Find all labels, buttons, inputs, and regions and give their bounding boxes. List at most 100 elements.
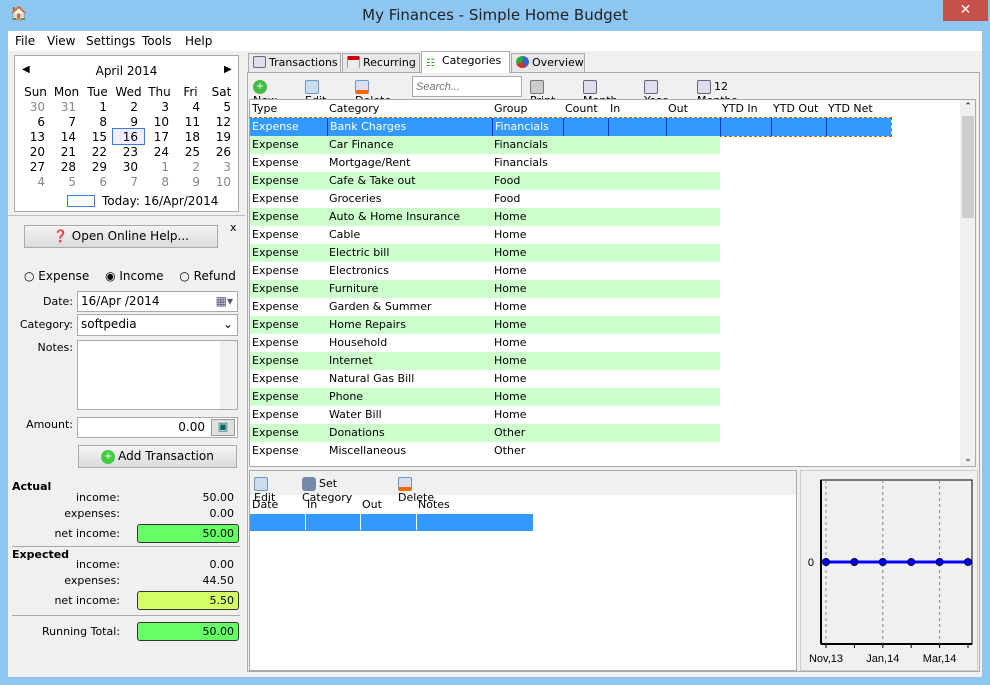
table-row[interactable]: Expense Internet Home [250,352,891,370]
search-input[interactable] [412,76,522,97]
calendar-day[interactable]: 8 [82,114,113,129]
calendar-day[interactable]: 4 [20,174,51,189]
table-row[interactable]: Expense Cafe & Take out Food [250,172,891,190]
calendar-day[interactable]: 11 [175,114,206,129]
calendar-day[interactable]: 18 [175,129,206,144]
table-row[interactable]: Expense Water Bill Home [250,406,891,424]
column-header[interactable]: YTD Net [826,100,873,118]
notes-textarea[interactable] [77,340,238,410]
tab-transactions[interactable]: Transactions [248,53,341,72]
calendar-day[interactable]: 1 [82,99,113,114]
table-row[interactable]: Expense Donations Other [250,424,891,442]
add-transaction-button[interactable]: + Add Transaction [78,445,237,468]
column-header[interactable]: Count [563,100,598,118]
calendar-day[interactable]: 3 [144,99,175,114]
calendar-day[interactable]: 19 [206,129,237,144]
calendar-day[interactable]: 31 [51,99,82,114]
table-row[interactable]: Expense Home Repairs Home [250,316,891,334]
scroll-up-icon[interactable]: ⌃ [960,102,975,112]
calendar-day[interactable]: 20 [20,144,51,159]
calendar-dropdown-icon[interactable]: ▦▾ [216,294,233,308]
menu-tools[interactable]: Tools [142,34,172,48]
menu-view[interactable]: View [47,34,75,48]
radio-income[interactable]: ◉ Income [105,269,163,283]
column-header[interactable]: Out [666,100,688,118]
menu-help[interactable]: Help [185,34,212,48]
table-row[interactable]: Expense Miscellaneous Other [250,442,891,460]
calendar-day[interactable]: 10 [206,174,237,189]
column-header[interactable]: YTD In [720,100,758,118]
calendar-day[interactable]: 16 [112,128,145,145]
table-row[interactable]: Expense Groceries Food [250,190,891,208]
close-window-button[interactable]: ✕ [943,0,988,21]
menu-settings[interactable]: Settings [86,34,135,48]
calendar-day[interactable]: 7 [113,174,144,189]
calendar-day[interactable]: 4 [175,99,206,114]
calendar-day[interactable]: 10 [144,114,175,129]
tab-recurring[interactable]: Recurring [342,53,420,72]
calendar-day[interactable]: 25 [175,144,206,159]
date-picker[interactable]: 16/Apr /2014 ▦▾ [77,291,238,312]
calendar-day[interactable]: 28 [51,159,82,174]
vertical-scrollbar[interactable]: ⌃ ⌄ [960,100,975,466]
table-row[interactable]: Expense Mortgage/Rent Financials [250,154,891,172]
calendar-day[interactable]: 8 [144,174,175,189]
column-header[interactable]: YTD Out [771,100,818,118]
category-select[interactable]: softpedia ⌄ [77,314,238,336]
column-header[interactable]: Category [327,100,379,118]
notes-scrollbar[interactable] [220,341,237,409]
table-row[interactable]: Expense Furniture Home [250,280,891,298]
calendar-day[interactable]: 1 [144,159,175,174]
calendar-day[interactable]: 24 [144,144,175,159]
calendar-day[interactable]: 2 [113,99,144,114]
calendar-day[interactable]: 12 [206,114,237,129]
calendar-day[interactable]: 23 [113,144,144,159]
table-row[interactable]: Expense Natural Gas Bill Home [250,370,891,388]
column-header[interactable]: Type [250,100,277,118]
scroll-thumb[interactable] [962,116,974,218]
calendar-day[interactable]: 22 [82,144,113,159]
calendar-day[interactable]: 9 [113,114,144,129]
calendar-day[interactable]: 9 [175,174,206,189]
scroll-down-icon[interactable]: ⌄ [960,454,975,464]
tab-overview[interactable]: Overview [511,53,585,72]
detail-table-row[interactable] [250,514,533,531]
today-link[interactable]: Today: 16/Apr/2014 [102,194,218,208]
calendar-day[interactable]: 30 [113,159,144,174]
calendar-day[interactable]: 30 [20,99,51,114]
table-row[interactable]: Expense Garden & Summer Home [250,298,891,316]
next-month-arrow-icon[interactable]: ▶ [224,64,232,75]
radio-refund[interactable]: ○ Refund [179,269,236,283]
table-row[interactable]: Expense Electric bill Home [250,244,891,262]
open-online-help-button[interactable]: ❓ Open Online Help... [24,225,218,248]
table-row[interactable]: Expense Household Home [250,334,891,352]
calendar-day[interactable]: 6 [82,174,113,189]
calendar-day[interactable]: 26 [206,144,237,159]
tab-categories[interactable]: ☷ Categories [421,51,510,73]
calendar-day[interactable]: 7 [51,114,82,129]
calendar-day[interactable]: 5 [51,174,82,189]
calendar-day[interactable]: 5 [206,99,237,114]
table-row[interactable]: Expense Auto & Home Insurance Home [250,208,891,226]
table-row[interactable]: Expense Bank Charges Financials [250,117,892,137]
calendar-day[interactable]: 27 [20,159,51,174]
calendar-day[interactable]: 2 [175,159,206,174]
calendar-day[interactable]: 17 [144,129,175,144]
table-row[interactable]: Expense Phone Home [250,388,891,406]
calendar-day[interactable]: 21 [51,144,82,159]
calendar-day[interactable]: 15 [82,129,113,144]
calendar-day[interactable]: 14 [51,129,82,144]
calendar-day[interactable]: 13 [20,129,51,144]
menu-file[interactable]: File [15,34,35,48]
calendar-day[interactable]: 29 [82,159,113,174]
calendar-day[interactable]: 6 [20,114,51,129]
table-row[interactable]: Expense Cable Home [250,226,891,244]
close-help-button[interactable]: x [230,221,237,234]
calendar-day[interactable]: 3 [206,159,237,174]
calculator-icon[interactable]: ▣ [211,419,235,436]
table-row[interactable]: Expense Car Finance Financials [250,136,891,154]
radio-expense[interactable]: ○ Expense [24,269,89,283]
column-header[interactable]: In [608,100,620,118]
table-row[interactable]: Expense Electronics Home [250,262,891,280]
column-header[interactable]: Group [492,100,528,118]
